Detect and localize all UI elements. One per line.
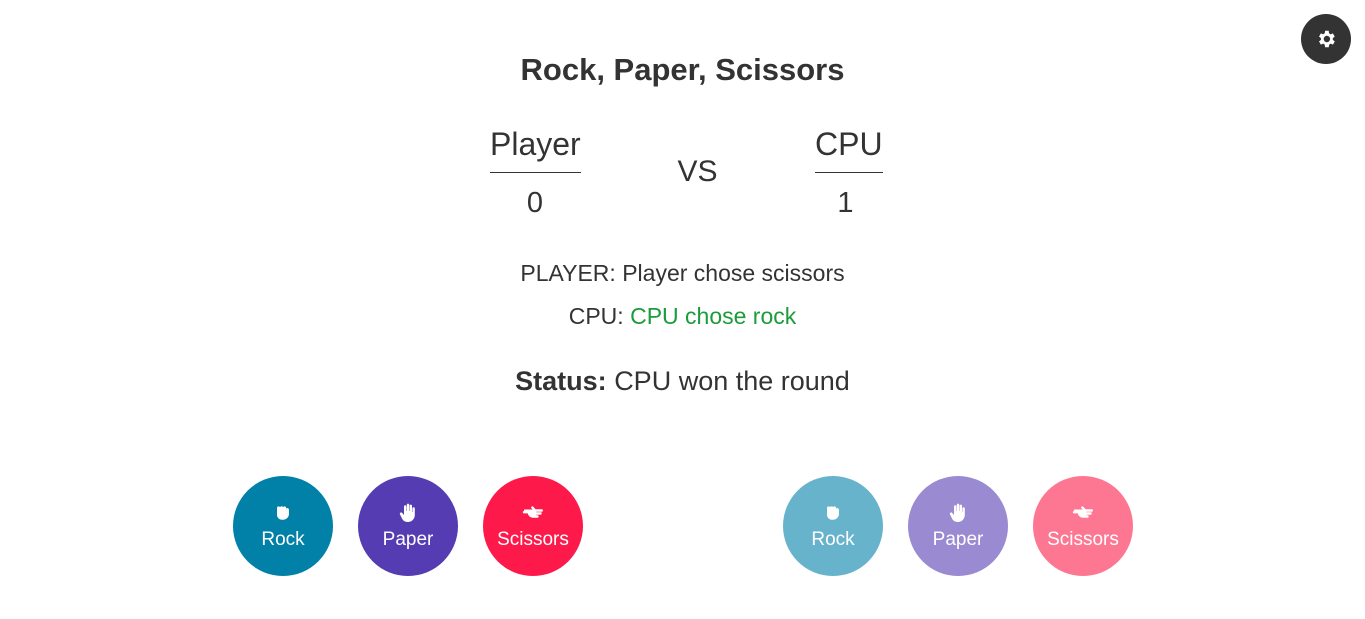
- player-label: Player: [490, 120, 581, 173]
- status-label: Status:: [515, 366, 607, 396]
- player-scissors-button[interactable]: Scissors: [483, 476, 583, 576]
- gear-icon: [1319, 30, 1335, 48]
- cpu-scissors-button: Scissors: [1033, 476, 1133, 576]
- scissors-hand-icon: [1072, 506, 1093, 518]
- vs-label: VS: [677, 155, 718, 188]
- player-choice-text: Player chose scissors: [622, 260, 845, 286]
- player-scissors-label: Scissors: [497, 529, 569, 550]
- status-text: CPU won the round: [614, 366, 850, 396]
- status-line: Status: CPU won the round: [0, 366, 1365, 397]
- cpu-score-block: CPU 1: [815, 120, 883, 220]
- game-page: Rock, Paper, Scissors Player 0 VS CPU 1 …: [0, 0, 1365, 619]
- cpu-label: CPU: [815, 120, 883, 173]
- player-rock-button[interactable]: Rock: [233, 476, 333, 576]
- cpu-rock-button: Rock: [783, 476, 883, 576]
- cpu-rock-label: Rock: [811, 529, 855, 550]
- cpu-choice-prefix: CPU:: [568, 303, 624, 329]
- cpu-paper-label: Paper: [932, 529, 984, 550]
- player-choice-line: PLAYER: Player chose scissors: [0, 260, 1365, 287]
- scissors-hand-icon: [522, 506, 543, 518]
- page-title: Rock, Paper, Scissors: [520, 52, 845, 87]
- player-choice-prefix: PLAYER:: [520, 260, 616, 286]
- player-score: 0: [526, 187, 544, 219]
- cpu-scissors-label: Scissors: [1047, 529, 1119, 550]
- player-paper-label: Paper: [382, 529, 434, 550]
- fist-icon: [827, 506, 839, 520]
- player-paper-button[interactable]: Paper: [358, 476, 458, 576]
- cpu-score: 1: [837, 187, 854, 219]
- cpu-choice-line: CPU: CPU chose rock: [0, 303, 1365, 330]
- fist-icon: [277, 506, 289, 520]
- hand-icon: [399, 503, 415, 522]
- hand-icon: [949, 503, 965, 522]
- cpu-choice-text: CPU chose rock: [630, 303, 797, 329]
- player-rock-label: Rock: [261, 529, 305, 550]
- cpu-paper-button: Paper: [908, 476, 1008, 576]
- player-score-block: Player 0: [490, 120, 581, 220]
